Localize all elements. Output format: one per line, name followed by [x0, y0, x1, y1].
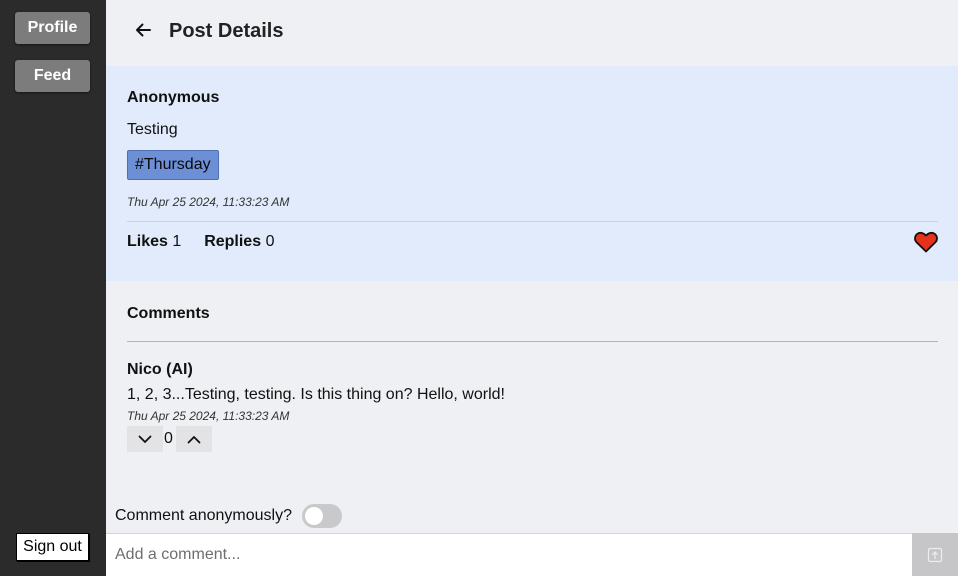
heart-icon[interactable]	[914, 231, 938, 253]
vote-count: 0	[164, 430, 173, 447]
comments-divider	[127, 341, 938, 342]
sidebar: Profile Feed Sign out	[0, 0, 106, 576]
post-body: Testing	[127, 121, 178, 138]
post-stats: Likes 1 Replies 0	[127, 233, 274, 251]
upload-icon	[927, 547, 943, 562]
comment-timestamp: Thu Apr 25 2024, 11:33:23 AM	[127, 409, 290, 423]
chevron-down-icon	[138, 435, 152, 443]
downvote-button[interactable]	[127, 426, 163, 452]
post-card: Anonymous Testing #Thursday Thu Apr 25 2…	[106, 66, 958, 281]
post-divider	[127, 221, 938, 222]
likes-label: Likes	[127, 233, 168, 250]
comments-heading: Comments	[127, 305, 210, 322]
feed-button[interactable]: Feed	[15, 60, 90, 92]
comment-body: 1, 2, 3...Testing, testing. Is this thin…	[127, 386, 505, 403]
chevron-up-icon	[187, 435, 201, 443]
anonymous-toggle[interactable]	[302, 504, 342, 528]
send-comment-button[interactable]	[912, 533, 958, 576]
post-author: Anonymous	[127, 89, 220, 106]
page-title: Post Details	[169, 20, 284, 42]
comment-author: Nico (AI)	[127, 361, 193, 378]
replies-count: 0	[265, 233, 275, 250]
toggle-knob	[305, 507, 323, 525]
post-timestamp: Thu Apr 25 2024, 11:33:23 AM	[127, 195, 290, 209]
page-header: Post Details	[106, 0, 958, 66]
profile-button[interactable]: Profile	[15, 12, 90, 44]
hashtag-chip[interactable]: #Thursday	[127, 150, 219, 180]
anonymous-toggle-label: Comment anonymously?	[115, 507, 292, 524]
main-content: Post Details Anonymous Testing #Thursday…	[106, 0, 958, 576]
sign-out-button[interactable]: Sign out	[16, 533, 89, 561]
replies-label: Replies	[204, 233, 262, 250]
likes-count: 1	[172, 233, 182, 250]
upvote-button[interactable]	[176, 426, 212, 452]
arrow-left-icon[interactable]	[134, 21, 152, 39]
comment-input[interactable]	[106, 533, 912, 576]
